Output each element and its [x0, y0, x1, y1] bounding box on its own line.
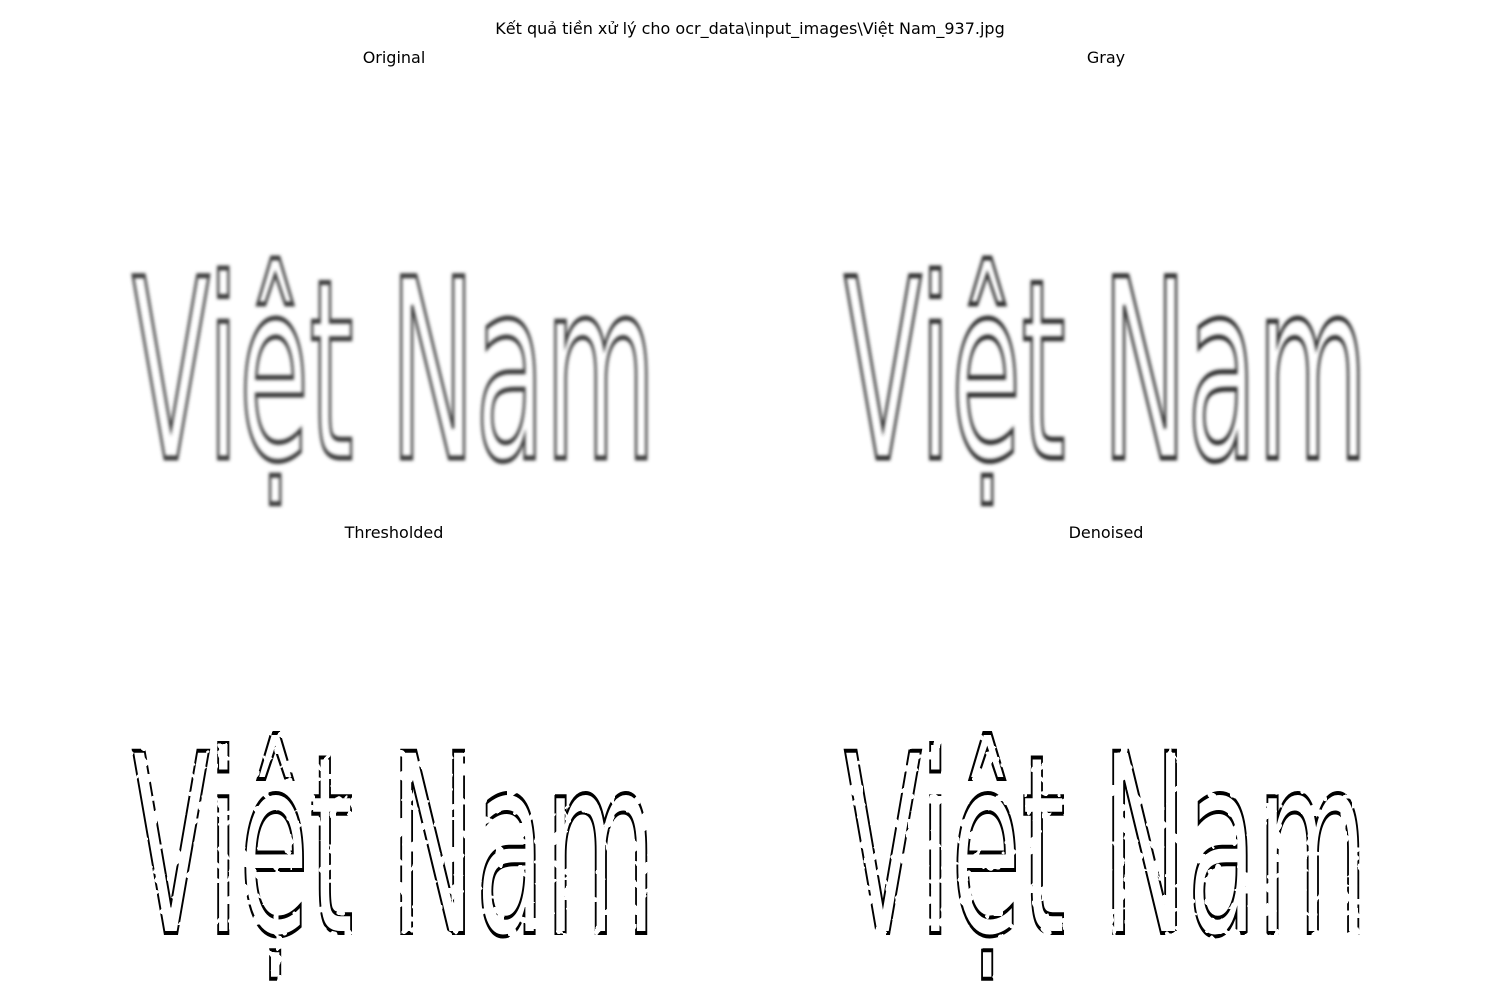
panel-title-denoised: Denoised — [1068, 523, 1144, 542]
image-thresholded: Việt Nam — [130, 699, 658, 985]
image-original: Việt Nam — [130, 224, 659, 511]
panel-title-thresholded: Thresholded — [344, 523, 444, 542]
handwritten-word-original: Việt Nam — [132, 226, 656, 510]
panel-title-original: Original — [362, 48, 426, 67]
handwritten-word-denoise: Việt Nam — [844, 701, 1368, 985]
figure-suptitle: Kết quả tiền xử lý cho ocr_data\input_im… — [495, 19, 1005, 38]
panel-title-gray: Gray — [1086, 48, 1126, 67]
handwritten-word-thresh: Việt Nam — [132, 701, 656, 985]
handwritten-word-gray: Việt Nam — [844, 226, 1368, 510]
image-gray: Việt Nam — [842, 224, 1371, 511]
image-denoised: Việt Nam — [842, 699, 1370, 985]
